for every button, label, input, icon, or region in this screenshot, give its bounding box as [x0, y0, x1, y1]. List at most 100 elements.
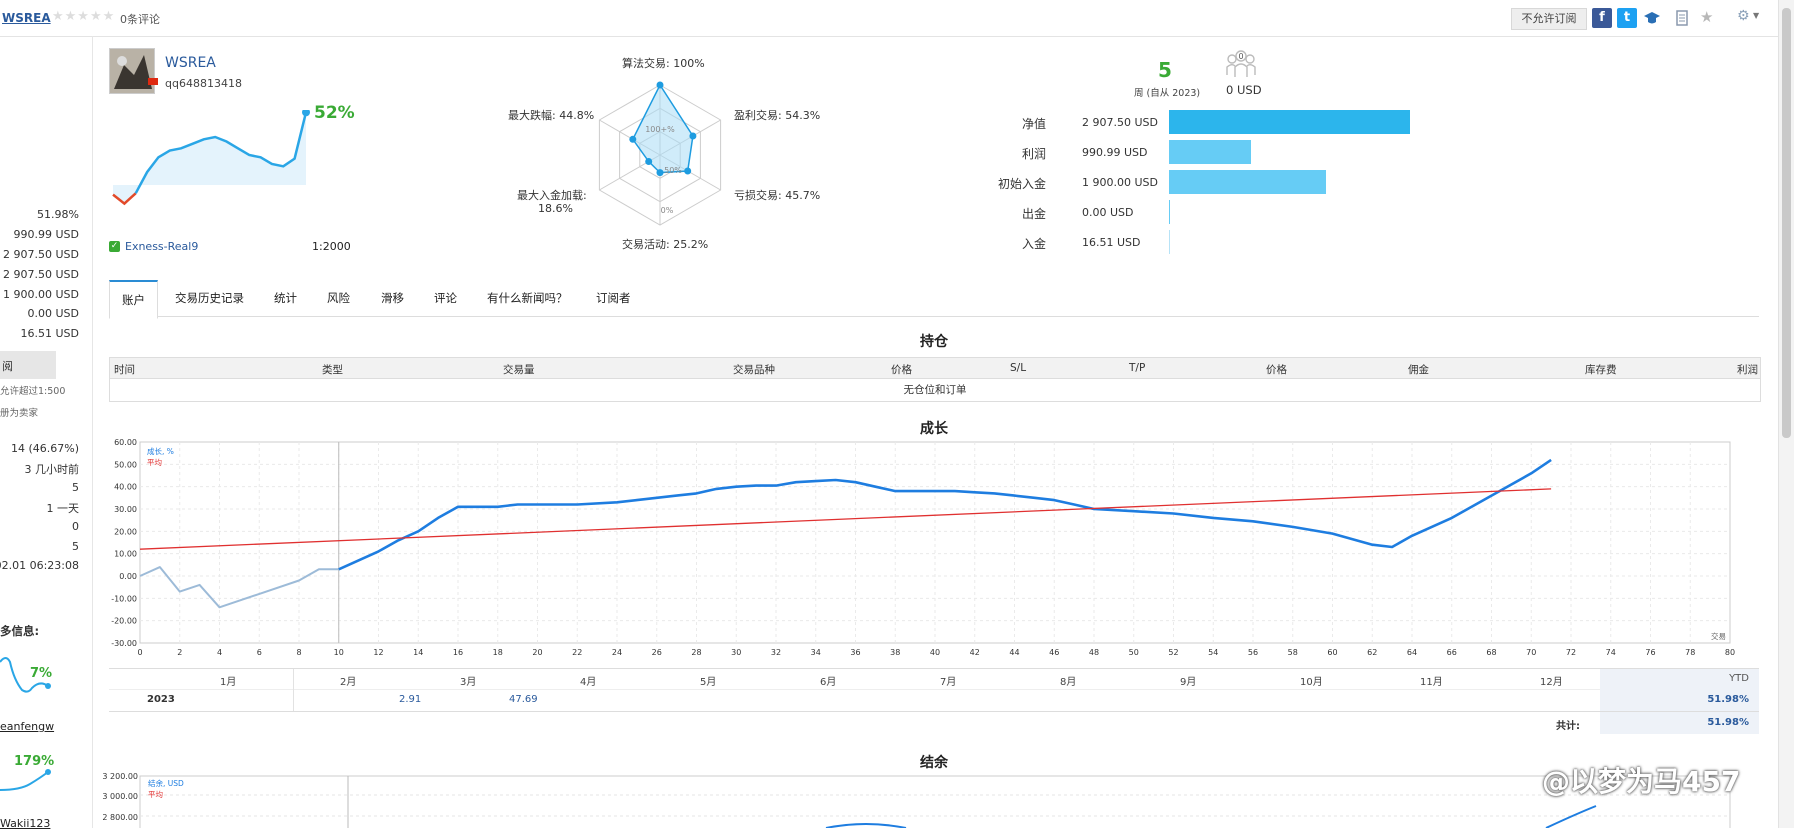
profile-user: qq648813418: [165, 77, 242, 90]
gear-icon[interactable]: ⚙: [1737, 8, 1750, 24]
sidebar-growth: 51.98%: [37, 208, 79, 221]
verified-check-icon: ✓: [109, 241, 120, 252]
balance-legend-average: 平均: [148, 789, 163, 799]
growth-x-tick: 34: [811, 648, 821, 657]
growth-y-tick: -10.00: [111, 594, 137, 603]
tab-news[interactable]: 有什么新闻吗？: [487, 280, 568, 316]
tab-slippage[interactable]: 滑移: [381, 280, 404, 316]
leverage-note: 允许超过1:500: [0, 386, 66, 397]
mini-chart-2-name[interactable]: Wakii123: [0, 817, 50, 830]
growth-x-tick: 38: [890, 648, 900, 657]
growth-x-tick: 24: [612, 648, 622, 657]
scrollbar[interactable]: [1778, 0, 1794, 828]
subscribers-icon[interactable]: 0: [1224, 47, 1258, 81]
growth-x-tick: 56: [1248, 648, 1258, 657]
radar-label-activity: 交易活动: 25.2%: [622, 238, 709, 251]
broker-name[interactable]: Exness-Real9: [125, 240, 198, 253]
month-header-10: 10月: [1300, 677, 1323, 688]
year-table: 1月 2月 3月 4月 5月 6月 7月 8月 9月 10月 11月 12月 2023 2.91 47…: [109, 668, 1759, 712]
chevron-down-icon[interactable]: ▼: [1753, 11, 1759, 20]
tab-trade-history[interactable]: 交易历史记录: [175, 280, 244, 316]
sidebar-stat-five: 5: [72, 540, 79, 553]
growth-x-tick: 36: [850, 648, 860, 657]
equity-bar-label: 出金: [1021, 207, 1046, 221]
growth-chart[interactable]: 0 2 4 6 8 10 12 14 16 18 20 22 24 26 28 30 32 34 36 38 40 42 4…: [96, 432, 1776, 660]
growth-x-tick: 42: [970, 648, 980, 657]
equity-bar-label: 净值: [1021, 117, 1046, 131]
equity-bar-label: 初始入金: [997, 177, 1046, 191]
avatar[interactable]: [109, 48, 155, 94]
growth-x-tick: 62: [1367, 648, 1377, 657]
month-header-2: 2月: [340, 677, 357, 688]
sidebar-profit: 990.99 USD: [13, 228, 80, 241]
radar-point-3: [656, 169, 664, 177]
growth-x-tick: 76: [1645, 648, 1655, 657]
sidebar-withdrawals: 0.00 USD: [27, 307, 80, 320]
sidebar-stat-date: .02.01 06:23:08: [0, 559, 79, 572]
growth-x-tick: 70: [1526, 648, 1536, 657]
col-tp: T/P: [1129, 362, 1146, 374]
equity-bar-row: 入金 16.51 USD: [1000, 230, 1450, 254]
growth-x-tick: 72: [1566, 648, 1576, 657]
growth-x-tick: 78: [1685, 648, 1695, 657]
balance-legend-balance: 结余, USD: [148, 778, 184, 788]
equity-bar-value: 16.51 USD: [1082, 236, 1141, 249]
month-header-6: 6月: [820, 677, 837, 688]
tab-risk[interactable]: 风险: [327, 280, 350, 316]
reviews-count[interactable]: 0条评论: [120, 11, 160, 27]
equity-bar-row: 利润 990.99 USD: [1000, 140, 1450, 164]
profile-name[interactable]: WSREA: [165, 55, 216, 71]
growth-x-tick: 46: [1049, 648, 1059, 657]
tab-statistics[interactable]: 统计: [274, 280, 297, 316]
avatar-image: [110, 49, 154, 93]
sidebar-stat-avg-hold: 1 一天: [46, 502, 80, 515]
radar-point-5: [629, 135, 637, 143]
growth-y-tick: 0.00: [119, 572, 137, 581]
month-header-8: 8月: [1060, 677, 1077, 688]
growth-x-tick: 4: [217, 648, 222, 657]
favorite-star-icon[interactable]: ★: [1700, 8, 1713, 26]
mini-chart-1-name[interactable]: eanfengw: [0, 720, 54, 733]
month-header-12: 12月: [1540, 677, 1563, 688]
leverage-value: 1:2000: [312, 240, 351, 253]
radar-point-0: [656, 81, 664, 89]
document-icon[interactable]: [1675, 9, 1689, 27]
sidebar-balance: 2 907.50 USD: [3, 268, 79, 281]
year-label: 2023: [147, 694, 175, 705]
tab-reviews[interactable]: 评论: [434, 280, 457, 316]
total-cell: 共计: 51.98%: [1556, 712, 1759, 734]
growth-y-tick: 30.00: [114, 505, 137, 514]
top-bar: WSREA ★★★★★ 0条评论 不允许订阅 f t ★ ⚙ ▼: [0, 0, 1794, 37]
positions-title: 持仓: [920, 334, 948, 350]
positions-header: 时间 类型 交易量 交易品种 价格 S/L T/P 价格 佣金 库存费 利润: [110, 358, 1760, 379]
subscribe-button[interactable]: 不允许订阅: [1511, 8, 1587, 30]
equity-bar-fill: [1169, 200, 1170, 224]
tab-subscribers[interactable]: 订阅者: [596, 280, 631, 316]
profile-growth-chart[interactable]: [109, 110, 354, 230]
ytd-value: 51.98%: [1707, 694, 1749, 705]
tab-account[interactable]: 账户: [109, 280, 158, 319]
growth-y-tick: -30.00: [111, 639, 137, 648]
growth-x-tick: 30: [731, 648, 741, 657]
scrollbar-thumb[interactable]: [1782, 8, 1791, 438]
facebook-icon[interactable]: f: [1592, 8, 1612, 28]
balance-chart[interactable]: 3 200.00 3 000.00 2 800.00 结余, USD 平均: [96, 768, 1776, 828]
growth-x-tick: 32: [771, 648, 781, 657]
growth-x-label: 交易: [1711, 631, 1726, 641]
growth-x-tick: 50: [1129, 648, 1139, 657]
sidebar-stat-last-trade: 3 几小时前: [24, 463, 80, 476]
month-value-feb[interactable]: 47.69: [509, 694, 538, 705]
twitter-icon[interactable]: t: [1617, 8, 1637, 28]
sidebar-equity: 2 907.50 USD: [3, 248, 79, 261]
month-header-11: 11月: [1420, 677, 1443, 688]
mortarboard-icon[interactable]: [1643, 10, 1661, 26]
month-value-jan[interactable]: 2.91: [399, 694, 421, 705]
register-note[interactable]: 册为卖家: [0, 405, 38, 419]
subscribe-side-button[interactable]: 阅: [0, 351, 56, 379]
equity-bar-value: 0.00 USD: [1082, 206, 1134, 219]
equity-bar-value: 2 907.50 USD: [1082, 116, 1158, 129]
growth-x-tick: 20: [532, 648, 542, 657]
growth-x-tick: 48: [1089, 648, 1099, 657]
month-header-3: 3月: [460, 677, 477, 688]
china-flag-icon: [148, 78, 158, 85]
